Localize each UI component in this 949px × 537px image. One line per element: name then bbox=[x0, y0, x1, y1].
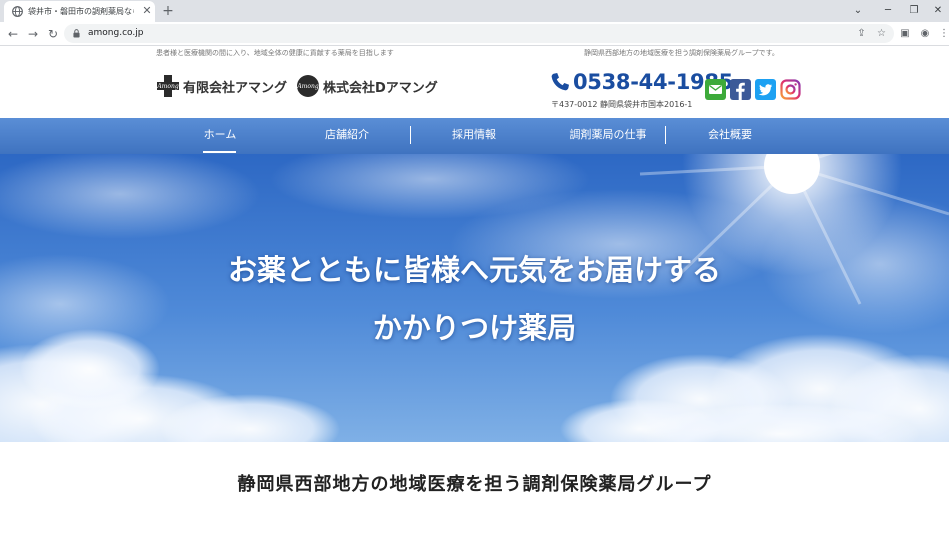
close-window-icon[interactable]: ✕ bbox=[930, 3, 946, 19]
facebook-icon[interactable] bbox=[730, 79, 751, 100]
nav-divider bbox=[665, 126, 666, 144]
nav-active-indicator bbox=[203, 151, 236, 153]
profile-icon[interactable]: ◉ bbox=[917, 26, 933, 42]
site-header: 患者様と医療機関の間に入り、地域全体の健康に貢献する薬局を目指します 静岡県西部… bbox=[0, 46, 949, 118]
nav-divider bbox=[410, 126, 411, 144]
menu-icon[interactable]: ⋮ bbox=[936, 26, 949, 42]
nav-item-company[interactable]: 会社概要 bbox=[680, 118, 780, 154]
url-text[interactable]: among.co.jp bbox=[88, 26, 143, 41]
cross-logo-icon: Among bbox=[156, 75, 179, 97]
back-button[interactable]: ← bbox=[5, 26, 21, 42]
logo-label: 株式会社Dアマング bbox=[323, 80, 438, 96]
restore-icon[interactable]: ❐ bbox=[906, 3, 922, 19]
hero-banner: お薬とともに皆様へ元気をお届けする かかりつけ薬局 bbox=[0, 154, 949, 442]
tab-title: 袋井市・磐田市の調剤薬局なら bbox=[28, 7, 134, 16]
forward-button[interactable]: → bbox=[25, 26, 41, 42]
tagline-left: 患者様と医療機関の間に入り、地域全体の健康に貢献する薬局を目指します bbox=[156, 49, 394, 57]
star-icon[interactable]: ☆ bbox=[874, 26, 889, 41]
logo-among[interactable]: Among 有限会社アマング bbox=[156, 74, 287, 98]
logo-d-among[interactable]: Among 株式会社Dアマング bbox=[296, 74, 438, 98]
reload-button[interactable]: ↻ bbox=[45, 26, 61, 42]
sky-background bbox=[0, 154, 949, 442]
browser-tab-strip: 袋井市・磐田市の調剤薬局なら ✕ + ⌄ ─ ❐ ✕ bbox=[0, 0, 949, 22]
lead-heading: 静岡県西部地方の地域医療を担う調剤保険薬局グループ bbox=[237, 474, 712, 495]
tab-close-icon[interactable]: ✕ bbox=[140, 4, 154, 18]
mail-icon[interactable] bbox=[705, 79, 726, 100]
new-tab-button[interactable]: + bbox=[160, 3, 176, 19]
twitter-icon[interactable] bbox=[755, 79, 776, 100]
nav-item-recruit[interactable]: 採用情報 bbox=[424, 118, 524, 154]
globe-icon bbox=[12, 6, 23, 17]
phone-icon bbox=[551, 73, 569, 91]
hero-heading-line2: かかりつけ薬局 bbox=[372, 311, 577, 345]
tagline-right: 静岡県西部地方の地域医療を担う調剤保険薬局グループです。 bbox=[584, 49, 779, 57]
tab-search-icon[interactable]: ⌄ bbox=[850, 3, 866, 19]
minimize-icon[interactable]: ─ bbox=[880, 3, 896, 19]
logo-label: 有限会社アマング bbox=[183, 80, 288, 96]
logo-mark-text: Among bbox=[156, 83, 178, 90]
share-icon[interactable]: ⇪ bbox=[854, 26, 869, 41]
circle-logo-icon: Among bbox=[296, 75, 319, 97]
browser-toolbar: ← → ↻ among.co.jp ⇪ ☆ ▣ ◉ ⋮ bbox=[0, 22, 949, 46]
browser-tab[interactable]: 袋井市・磐田市の調剤薬局なら ✕ bbox=[4, 1, 155, 22]
lock-icon[interactable] bbox=[73, 29, 80, 38]
address: 〒437-0012 静岡県袋井市国本2016-1 bbox=[551, 100, 693, 109]
global-nav: ホーム 店舗紹介 採用情報 調剤薬局の仕事 会社概要 bbox=[0, 118, 949, 154]
address-bar[interactable]: among.co.jp ⇪ ☆ bbox=[64, 24, 894, 43]
instagram-icon[interactable] bbox=[780, 79, 801, 100]
nav-item-home[interactable]: ホーム bbox=[180, 118, 260, 154]
nav-item-stores[interactable]: 店舗紹介 bbox=[297, 118, 397, 154]
sidepanel-icon[interactable]: ▣ bbox=[897, 26, 913, 42]
nav-item-pharmacy-work[interactable]: 調剤薬局の仕事 bbox=[548, 118, 668, 154]
logo-mark-text: Among bbox=[296, 83, 318, 90]
hero-heading-line1: お薬とともに皆様へ元気をお届けする bbox=[227, 253, 721, 287]
